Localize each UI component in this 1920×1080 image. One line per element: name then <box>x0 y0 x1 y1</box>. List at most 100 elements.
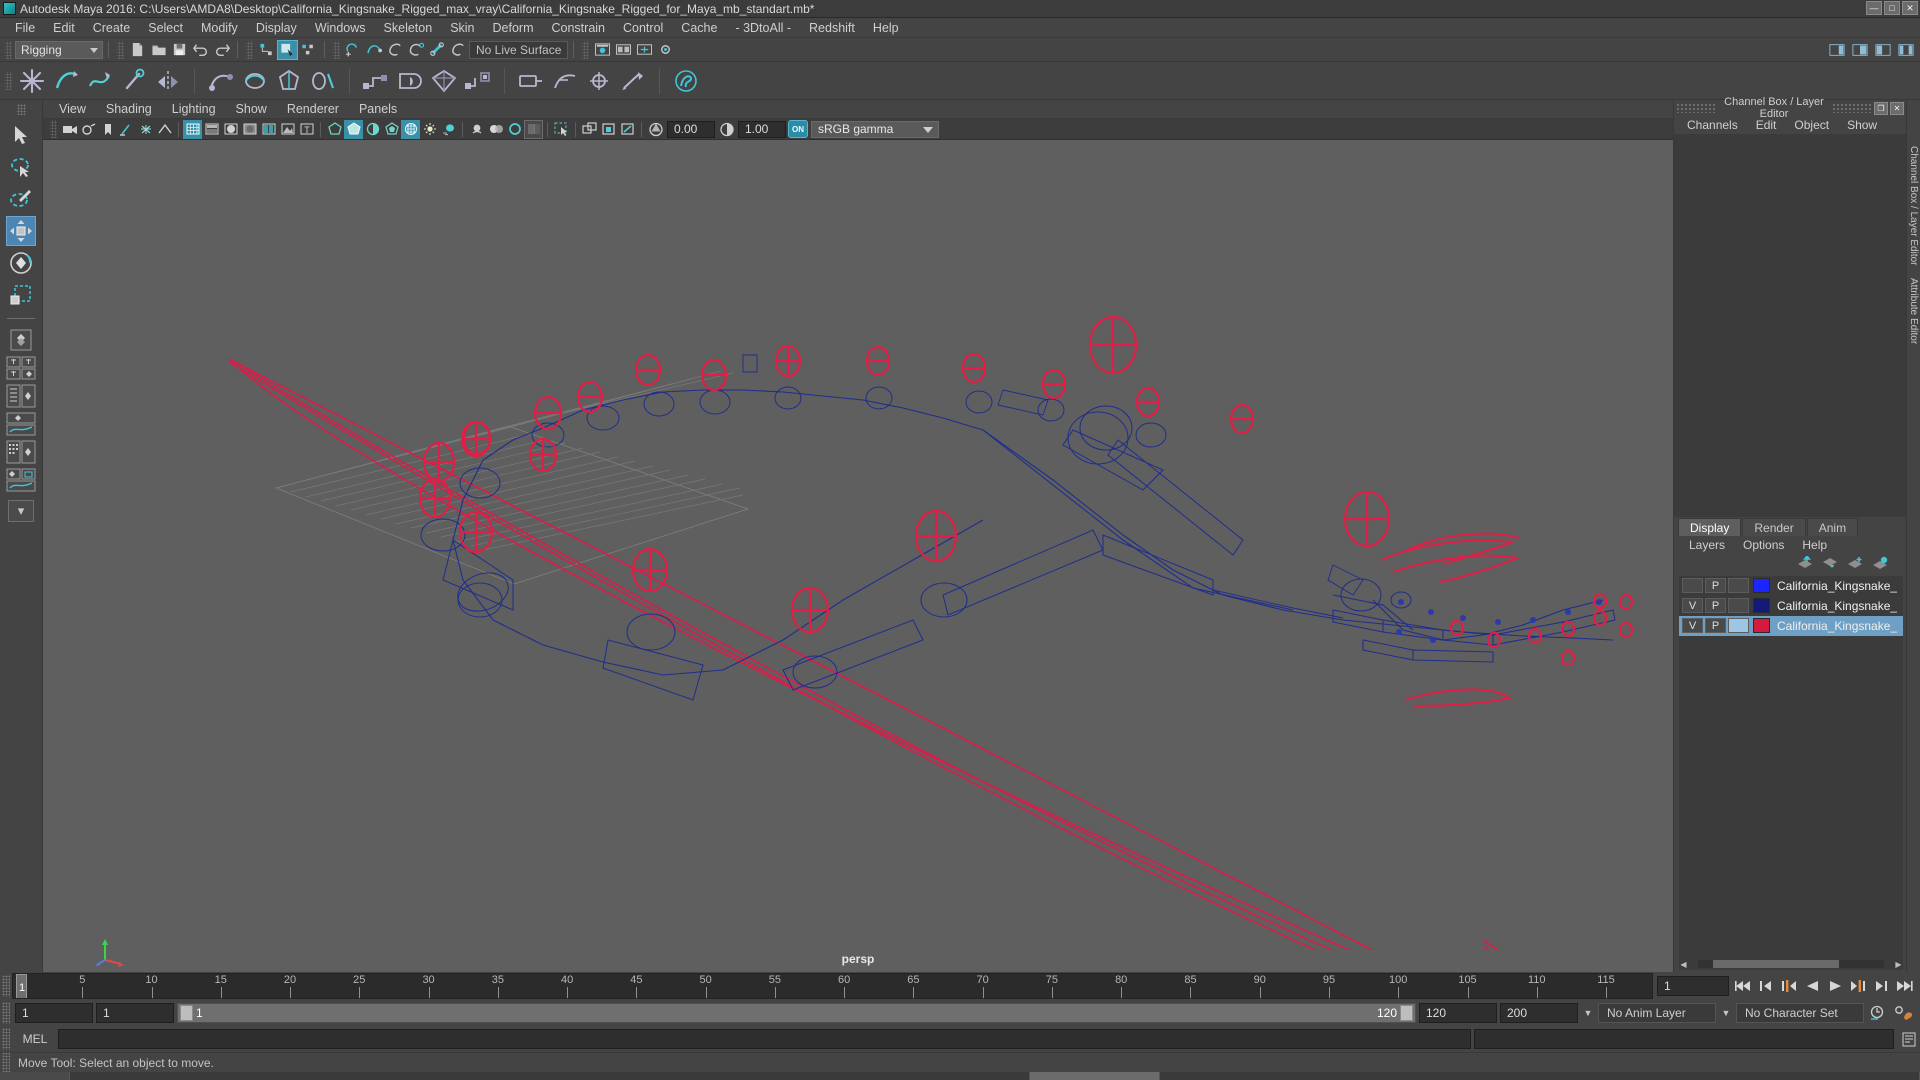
close-button[interactable]: ✕ <box>1902 1 1918 15</box>
toolbar-grip-4[interactable] <box>333 40 340 59</box>
textured-icon[interactable] <box>278 120 297 139</box>
step-back-frame-icon[interactable] <box>1779 976 1799 996</box>
camera-attributes-icon[interactable] <box>79 120 98 139</box>
menu-set-selector[interactable]: Rigging <box>15 40 103 59</box>
display-grid-icon[interactable] <box>524 119 543 139</box>
channel-box-menu-edit[interactable]: Edit <box>1747 118 1786 132</box>
minimize-button[interactable]: — <box>1866 1 1882 15</box>
command-output[interactable] <box>1474 1029 1894 1049</box>
layer-horizontal-scrollbar[interactable]: ◀ ▶ <box>1679 958 1903 970</box>
gamma-icon[interactable] <box>717 120 736 139</box>
go-to-start-icon[interactable] <box>1733 976 1753 996</box>
layer-menu-help[interactable]: Help <box>1793 538 1836 552</box>
smooth-shade-all-icon[interactable] <box>202 120 221 139</box>
new-layer-icon[interactable] <box>1871 556 1888 572</box>
animation-start-field[interactable]: 1 <box>15 1003 93 1023</box>
channel-box-content[interactable] <box>1674 134 1906 517</box>
persp-graph-outliner-layout-button[interactable] <box>5 467 37 493</box>
range-end-handle[interactable] <box>1400 1005 1413 1021</box>
tool-settings-icon[interactable] <box>1872 40 1893 60</box>
edit-deformer-icon[interactable] <box>616 65 650 97</box>
viewport-menu-show[interactable]: Show <box>226 100 277 119</box>
motion-blur-icon[interactable] <box>439 120 458 139</box>
layer-state-toggle[interactable] <box>1728 578 1749 593</box>
layer-color-swatch[interactable] <box>1753 598 1770 613</box>
menu-file[interactable]: File <box>6 18 44 38</box>
layer-state-toggle[interactable] <box>1728 618 1749 633</box>
tab-anim[interactable]: Anim <box>1806 517 1859 536</box>
attribute-editor-icon[interactable] <box>1849 40 1870 60</box>
menu-windows[interactable]: Windows <box>306 18 375 38</box>
more-layouts-button[interactable]: ▾ <box>8 500 34 522</box>
toolbar-grip-5[interactable] <box>582 40 590 59</box>
isolate-select-icon[interactable] <box>505 120 524 139</box>
toolbar-grip[interactable] <box>5 40 12 59</box>
make-live-icon[interactable] <box>448 40 469 60</box>
layer-playback-toggle[interactable]: P <box>1705 618 1726 633</box>
help-line-grip[interactable] <box>2 1051 10 1074</box>
viewport-menu-shading[interactable]: Shading <box>96 100 162 119</box>
character-set-selector[interactable]: No Character Set <box>1736 1003 1864 1023</box>
viewport-menu-lighting[interactable]: Lighting <box>162 100 226 119</box>
smooth-bind-icon[interactable] <box>238 65 272 97</box>
menu-deform[interactable]: Deform <box>484 18 543 38</box>
menu-display[interactable]: Display <box>247 18 306 38</box>
toolbox-grip[interactable] <box>16 104 26 115</box>
color-management-toggle[interactable]: ON <box>788 120 808 138</box>
exposure-icon[interactable] <box>646 120 665 139</box>
exposure-value-field[interactable]: 0.00 <box>667 120 715 138</box>
scroll-thumb[interactable] <box>1712 960 1840 968</box>
viewport-menu-view[interactable]: View <box>49 100 96 119</box>
viewport-menu-panels[interactable]: Panels <box>349 100 407 119</box>
layer-name[interactable]: California_Kingsnake_ <box>1777 619 1897 633</box>
anim-layer-selector[interactable]: No Anim Layer <box>1598 1003 1716 1023</box>
new-scene-icon[interactable] <box>127 40 148 60</box>
menu-skeleton[interactable]: Skeleton <box>375 18 442 38</box>
range-slider-grip[interactable] <box>2 1002 10 1024</box>
render-region-icon[interactable] <box>599 120 618 139</box>
smooth-shade-selected-icon[interactable] <box>221 120 240 139</box>
command-input[interactable] <box>58 1029 1471 1049</box>
panel-grip[interactable] <box>1676 103 1716 113</box>
layer-visibility-toggle[interactable] <box>1682 578 1703 593</box>
redo-icon[interactable] <box>211 40 232 60</box>
menu-redshift[interactable]: Redshift <box>800 18 864 38</box>
vertical-tab-channel-box[interactable]: Channel Box / Layer Editor <box>1908 140 1919 272</box>
layer-row[interactable]: P California_Kingsnake_ <box>1679 576 1903 596</box>
select-tool-button[interactable] <box>6 120 36 150</box>
channel-box-menu-channels[interactable]: Channels <box>1678 118 1747 132</box>
preferences-icon[interactable] <box>1892 1003 1916 1023</box>
menu-3dtoall[interactable]: - 3DtoAll - <box>726 18 800 38</box>
screen-space-ambient-occlusion-icon[interactable] <box>420 120 439 139</box>
select-camera-icon[interactable] <box>60 120 79 139</box>
channel-box-icon[interactable] <box>1895 40 1916 60</box>
range-end-field[interactable]: 120 <box>1419 1003 1497 1023</box>
point-constraint-icon[interactable] <box>393 65 427 97</box>
step-back-keyframe-icon[interactable] <box>1756 976 1776 996</box>
marquee-select-icon[interactable] <box>552 120 571 139</box>
time-slider-grip[interactable] <box>2 975 10 997</box>
new-layer-from-selected-icon[interactable] <box>1846 556 1863 572</box>
tab-display[interactable]: Display <box>1678 517 1742 536</box>
layer-menu-options[interactable]: Options <box>1734 538 1793 552</box>
select-by-component-icon[interactable] <box>298 40 319 60</box>
layer-name[interactable]: California_Kingsnake_ <box>1777 579 1897 593</box>
xray-joints-icon[interactable] <box>344 119 363 139</box>
render-sequence-icon[interactable] <box>613 40 634 60</box>
snap-to-view-plane-icon[interactable] <box>427 40 448 60</box>
aim-constraint-icon[interactable] <box>514 65 548 97</box>
paint-select-tool-button[interactable] <box>6 184 36 214</box>
panel-close-button[interactable]: ✕ <box>1890 101 1904 115</box>
panel-restore-button[interactable]: ❐ <box>1874 101 1888 115</box>
xray-icon[interactable] <box>325 120 344 139</box>
layer-name[interactable]: California_Kingsnake_ <box>1777 599 1897 613</box>
viewport-toolbar-grip[interactable] <box>50 120 57 138</box>
redshift-icon[interactable] <box>669 65 703 97</box>
pole-vector-constraint-icon[interactable] <box>548 65 582 97</box>
shadows-icon[interactable] <box>401 119 420 139</box>
outliner-persp-layout-button[interactable] <box>5 383 37 409</box>
ik-handle-tool-icon[interactable] <box>49 65 83 97</box>
command-language-label[interactable]: MEL <box>12 1032 58 1046</box>
layer-color-swatch[interactable] <box>1753 578 1770 593</box>
render-view-icon[interactable] <box>592 40 613 60</box>
